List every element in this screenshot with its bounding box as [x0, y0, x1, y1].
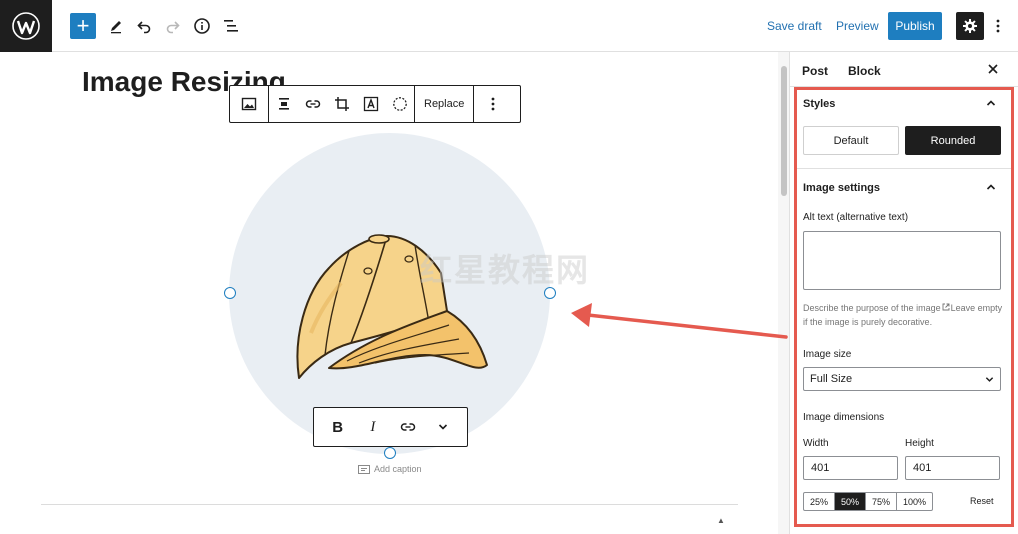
block-options-icon[interactable] [474, 86, 512, 122]
image-block-icon[interactable] [230, 86, 268, 122]
scrollbar-thumb[interactable] [781, 66, 787, 196]
image-block-toolbar: Replace [229, 85, 521, 123]
caption-icon [358, 464, 370, 474]
align-center-icon[interactable] [269, 86, 298, 122]
more-options-icon[interactable] [990, 13, 1006, 39]
pencil-icon[interactable] [103, 13, 129, 39]
bold-button[interactable]: B [324, 413, 352, 441]
info-icon[interactable] [189, 13, 215, 39]
close-icon[interactable] [986, 62, 1000, 76]
crop-icon[interactable] [327, 86, 356, 122]
publish-button[interactable]: Publish [888, 12, 942, 40]
editor-scrollbar[interactable] [778, 52, 790, 534]
top-toolbar: + Save draft Preview Publish [0, 0, 1018, 52]
editor-canvas: Image Resizing 红星教程网 Replace B I Add cap… [0, 52, 778, 534]
italic-button[interactable]: I [359, 413, 387, 441]
caption-format-toolbar: B I [313, 407, 468, 447]
preview-button[interactable]: Preview [836, 19, 879, 33]
caption-placeholder: Add caption [374, 464, 422, 474]
caption-link-icon[interactable] [394, 413, 422, 441]
duotone-icon[interactable] [385, 86, 414, 122]
redo-icon[interactable] [160, 13, 186, 39]
undo-icon[interactable] [131, 13, 157, 39]
add-block-button[interactable]: + [70, 13, 96, 39]
image-block[interactable] [229, 133, 550, 454]
wordpress-logo-icon[interactable] [0, 0, 52, 52]
add-caption-button[interactable]: Add caption [358, 464, 422, 474]
cap-image [296, 234, 488, 379]
replace-button[interactable]: Replace [415, 98, 473, 110]
resize-handle-left[interactable] [224, 287, 236, 299]
watermark-text: 红星教程网 [420, 252, 591, 288]
text-overlay-icon[interactable] [356, 86, 385, 122]
tab-block[interactable]: Block [848, 64, 881, 78]
resize-handle-bottom[interactable] [384, 447, 396, 459]
settings-gear-icon[interactable] [956, 12, 984, 40]
tab-post[interactable]: Post [802, 64, 828, 78]
list-view-icon[interactable] [218, 13, 244, 39]
more-formats-chevron-down-icon[interactable] [429, 413, 457, 441]
scroll-up-icon[interactable]: ▲ [717, 516, 725, 525]
annotation-highlight-box [794, 87, 1014, 527]
link-icon[interactable] [298, 86, 327, 122]
content-separator [41, 504, 738, 505]
save-draft-button[interactable]: Save draft [767, 19, 822, 33]
